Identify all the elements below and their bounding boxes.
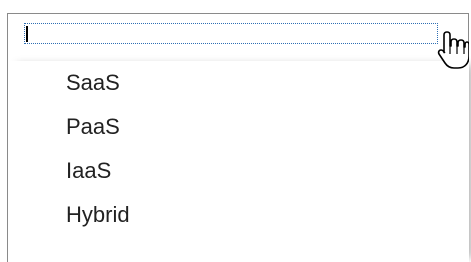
combobox-input[interactable] [24,23,438,44]
text-caret [26,26,28,42]
select-widget: SaaS PaaS IaaS Hybrid [0,0,471,262]
option-saas[interactable]: SaaS [8,61,469,105]
option-paas[interactable]: PaaS [8,105,469,149]
dropdown-list: SaaS PaaS IaaS Hybrid [7,61,469,262]
combobox[interactable] [7,13,469,61]
option-iaas[interactable]: IaaS [8,149,469,193]
hand-pointer-icon [437,31,469,69]
option-hybrid[interactable]: Hybrid [8,193,469,237]
